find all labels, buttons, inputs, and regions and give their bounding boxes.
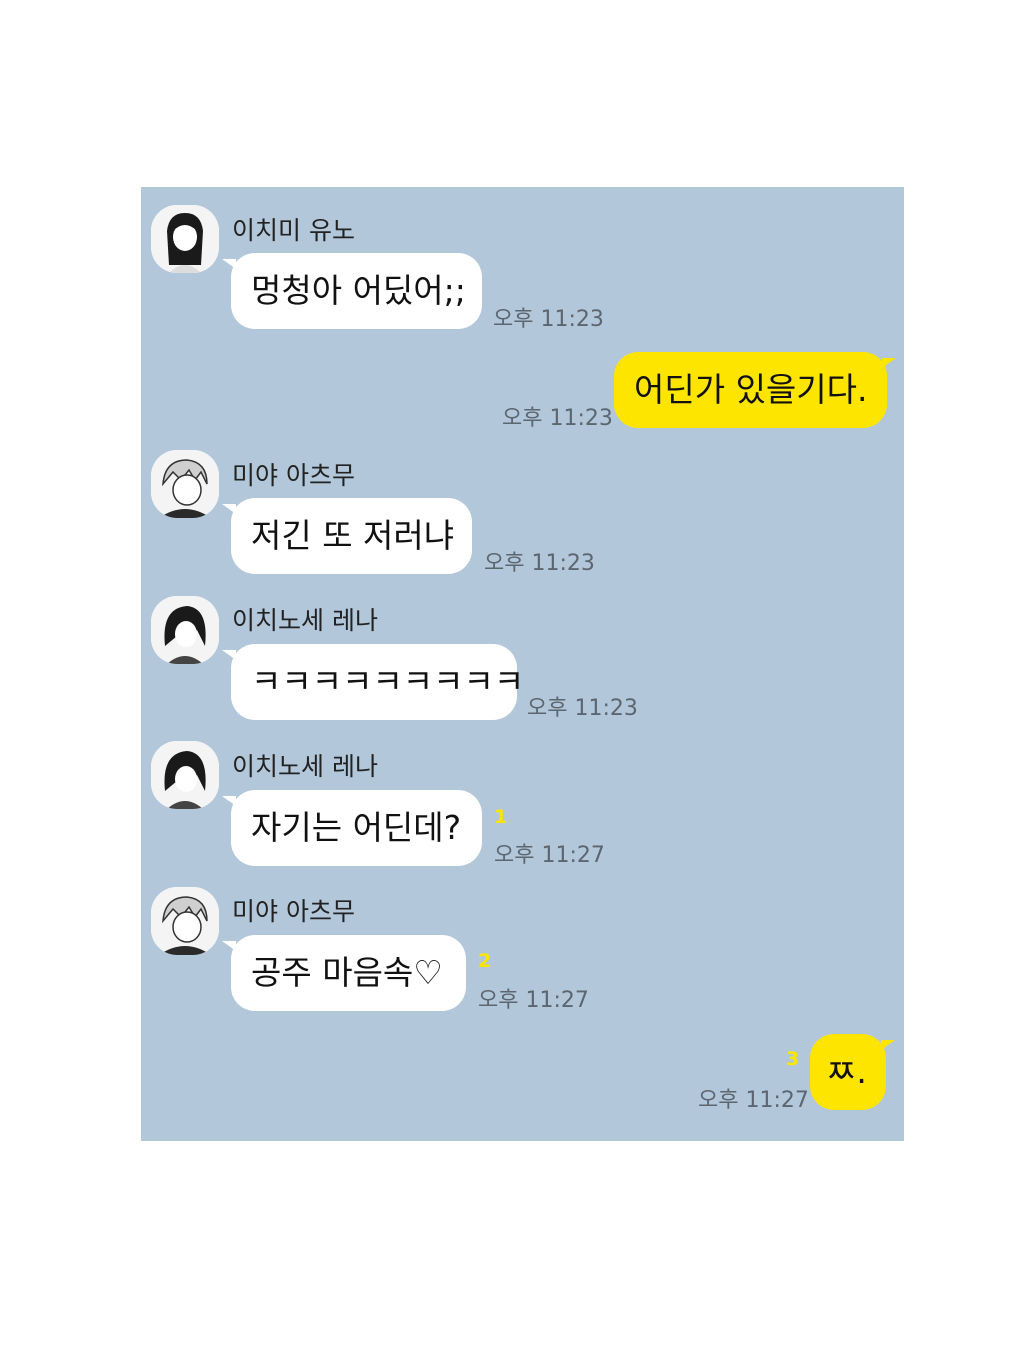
message-bubble[interactable]: 어딘가 있을기다.: [614, 352, 896, 428]
chat-room: 이치미 유노 멍청아 어딨어;; 오후 11:23 오후 11:23 어딘가 있…: [141, 187, 904, 1141]
sender-name: 미야 아츠무: [232, 897, 355, 926]
message-bubble[interactable]: 멍청아 어딨어;;: [222, 253, 482, 329]
message-time: 오후 11:23: [527, 696, 638, 721]
sender-name: 이치노세 레나: [232, 606, 378, 635]
message-bubble[interactable]: 자기는 어딘데?: [222, 790, 482, 866]
sender-name: 이치미 유노: [232, 216, 355, 245]
dark-hair-avatar-icon[interactable]: [151, 596, 219, 664]
message-time: 오후 11:27: [698, 1088, 809, 1113]
unread-count: 3: [786, 1048, 800, 1070]
dark-hair-avatar-icon[interactable]: [151, 741, 219, 809]
blond-boy-avatar-icon[interactable]: [151, 450, 219, 518]
message-bubble[interactable]: 공주 마음속♡: [222, 935, 466, 1011]
blond-boy-avatar-icon[interactable]: [151, 887, 219, 955]
message-time: 오후 11:23: [484, 551, 595, 576]
unread-count: 2: [478, 950, 492, 972]
message-bubble[interactable]: 저긴 또 저러냐: [222, 498, 472, 574]
message-bubble[interactable]: ㅋㅋㅋㅋㅋㅋㅋㅋㅋ: [222, 644, 524, 720]
sender-name: 미야 아츠무: [232, 461, 355, 490]
message-time: 오후 11:27: [478, 988, 589, 1013]
message-bubble[interactable]: ㅉ.: [810, 1034, 895, 1110]
girl-long-hair-avatar-icon[interactable]: [151, 205, 219, 273]
message-time: 오후 11:23: [493, 307, 604, 332]
message-time: 오후 11:23: [502, 406, 613, 431]
message-time: 오후 11:27: [494, 843, 605, 868]
sender-name: 이치노세 레나: [232, 752, 378, 781]
unread-count: 1: [494, 806, 508, 828]
